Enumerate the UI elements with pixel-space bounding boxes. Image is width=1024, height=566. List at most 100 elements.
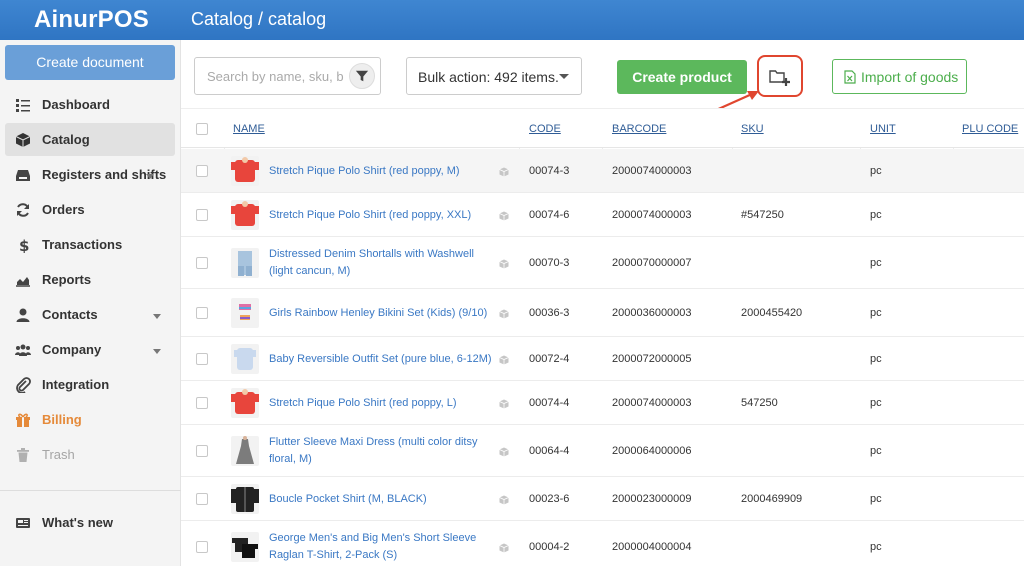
svg-text:$: $: [19, 237, 29, 253]
sidebar-item-integration[interactable]: Integration: [5, 368, 175, 401]
package-icon: [499, 309, 509, 319]
bulk-action-dropdown[interactable]: Bulk action: 492 items.: [406, 57, 582, 95]
product-name-link[interactable]: Stretch Pique Polo Shirt (red poppy, XXL…: [269, 207, 494, 224]
products-table: NAME CODE BARCODE SKU UNIT PLU CODE Stre…: [181, 108, 1024, 566]
product-thumbnail[interactable]: [231, 344, 259, 374]
product-name-link[interactable]: Stretch Pique Polo Shirt (red poppy, L): [269, 395, 494, 412]
column-header-name[interactable]: NAME: [233, 123, 265, 135]
column-header-barcode[interactable]: BARCODE: [612, 123, 666, 135]
table-row[interactable]: Stretch Pique Polo Shirt (red poppy, XXL…: [181, 193, 1024, 237]
row-checkbox[interactable]: [196, 307, 208, 319]
sidebar-item-company[interactable]: Company: [5, 333, 175, 366]
row-checkbox[interactable]: [196, 353, 208, 365]
row-checkbox[interactable]: [196, 445, 208, 457]
code-cell: 00070-3: [529, 257, 570, 269]
row-checkbox[interactable]: [196, 209, 208, 221]
product-thumbnail[interactable]: [231, 200, 259, 230]
table-row[interactable]: Boucle Pocket Shirt (M, BLACK) 00023-6 200…: [181, 477, 1024, 521]
filter-icon: [355, 70, 369, 82]
sidebar-item-label: Orders: [42, 202, 85, 217]
code-cell: 00074-3: [529, 165, 570, 177]
import-goods-button[interactable]: Import of goods: [832, 59, 967, 94]
sku-cell: 2000455420: [741, 307, 803, 319]
sidebar-item-label: Catalog: [42, 132, 90, 147]
create-document-button[interactable]: Create document: [5, 45, 175, 80]
product-thumbnail[interactable]: [231, 484, 259, 514]
refresh-icon: [17, 203, 29, 217]
code-cell: 00023-6: [529, 493, 570, 505]
folder-plus-icon: [769, 70, 790, 86]
sidebar-item-orders[interactable]: Orders: [5, 193, 175, 226]
sidebar-item-label: What's new: [42, 515, 113, 530]
table-row[interactable]: Girls Rainbow Henley Bikini Set (Kids) (…: [181, 289, 1024, 337]
table-row[interactable]: Stretch Pique Polo Shirt (red poppy, M) 0…: [181, 149, 1024, 193]
table-row[interactable]: Baby Reversible Outfit Set (pure blue, 6…: [181, 337, 1024, 381]
product-thumbnail[interactable]: [231, 156, 259, 186]
product-thumbnail[interactable]: [231, 532, 259, 562]
sidebar-item-transactions[interactable]: $ Transactions: [5, 228, 175, 261]
users-icon: [15, 344, 31, 356]
sidebar-item-trash[interactable]: Trash: [5, 438, 175, 471]
sidebar-item-label: Trash: [42, 447, 75, 462]
breadcrumb: Catalog / catalog: [191, 9, 327, 29]
chart-icon: [16, 277, 30, 287]
chevron-down-icon: [146, 174, 154, 179]
sidebar-item-registers[interactable]: Registers and shifts: [5, 158, 175, 191]
barcode-cell: 2000074000003: [612, 397, 692, 409]
product-thumbnail[interactable]: [231, 298, 259, 328]
product-thumbnail[interactable]: [231, 388, 259, 418]
product-name-link[interactable]: George Men's and Big Men's Short Sleeve …: [269, 530, 494, 564]
row-checkbox[interactable]: [196, 257, 208, 269]
product-name-link[interactable]: Boucle Pocket Shirt (M, BLACK): [269, 491, 494, 508]
sidebar-item-label: Billing: [42, 412, 82, 427]
barcode-cell: 2000004000004: [612, 541, 692, 553]
column-header-code[interactable]: CODE: [529, 123, 561, 135]
select-all-checkbox[interactable]: [196, 123, 208, 135]
product-name-link[interactable]: Stretch Pique Polo Shirt (red poppy, M): [269, 163, 494, 180]
code-cell: 00064-4: [529, 445, 570, 457]
column-header-unit[interactable]: UNIT: [870, 123, 896, 135]
brand-logo[interactable]: AinurPOS: [34, 6, 149, 34]
row-checkbox[interactable]: [196, 397, 208, 409]
product-name-link[interactable]: Flutter Sleeve Maxi Dress (multi color d…: [269, 434, 494, 468]
row-checkbox[interactable]: [196, 165, 208, 177]
product-thumbnail[interactable]: [231, 248, 259, 278]
table-row[interactable]: Flutter Sleeve Maxi Dress (multi color d…: [181, 425, 1024, 477]
box-icon: [15, 133, 31, 147]
barcode-cell: 2000074000003: [612, 165, 692, 177]
product-name-link[interactable]: Distressed Denim Shortalls with Washwell…: [269, 246, 494, 280]
sidebar-item-contacts[interactable]: Contacts: [5, 298, 175, 331]
top-bar: AinurPOS Catalog / catalog: [0, 0, 1024, 40]
product-name-link[interactable]: Girls Rainbow Henley Bikini Set (Kids) (…: [269, 305, 494, 322]
search-input[interactable]: [195, 58, 345, 94]
sidebar-item-billing[interactable]: Billing: [5, 403, 175, 436]
row-checkbox[interactable]: [196, 493, 208, 505]
paperclip-icon: [16, 377, 31, 393]
table-row[interactable]: Stretch Pique Polo Shirt (red poppy, L) 0…: [181, 381, 1024, 425]
barcode-cell: 2000070000007: [612, 257, 692, 269]
sidebar-item-dashboard[interactable]: Dashboard: [5, 88, 175, 121]
unit-cell: pc: [870, 397, 882, 409]
sidebar-item-whats-new[interactable]: What's new: [5, 506, 175, 539]
newspaper-icon: [16, 518, 30, 528]
code-cell: 00004-2: [529, 541, 570, 553]
table-row[interactable]: Distressed Denim Shortalls with Washwell…: [181, 237, 1024, 289]
row-checkbox[interactable]: [196, 541, 208, 553]
package-icon: [499, 211, 509, 221]
product-name-link[interactable]: Baby Reversible Outfit Set (pure blue, 6…: [269, 351, 494, 368]
filter-button[interactable]: [349, 63, 375, 89]
package-icon: [499, 259, 509, 269]
column-header-sku[interactable]: SKU: [741, 123, 764, 135]
product-thumbnail[interactable]: [231, 436, 259, 466]
sidebar-item-reports[interactable]: Reports: [5, 263, 175, 296]
table-header: NAME CODE BARCODE SKU UNIT PLU CODE: [181, 108, 1024, 148]
unit-cell: pc: [870, 257, 882, 269]
column-header-plu-code[interactable]: PLU CODE: [962, 123, 1018, 135]
chevron-down-icon: [559, 74, 569, 79]
sidebar-item-catalog[interactable]: Catalog: [5, 123, 175, 156]
package-icon: [499, 495, 509, 505]
table-row[interactable]: George Men's and Big Men's Short Sleeve …: [181, 521, 1024, 566]
excel-file-icon: [844, 70, 856, 84]
code-cell: 00036-3: [529, 307, 570, 319]
barcode-cell: 2000072000005: [612, 353, 692, 365]
